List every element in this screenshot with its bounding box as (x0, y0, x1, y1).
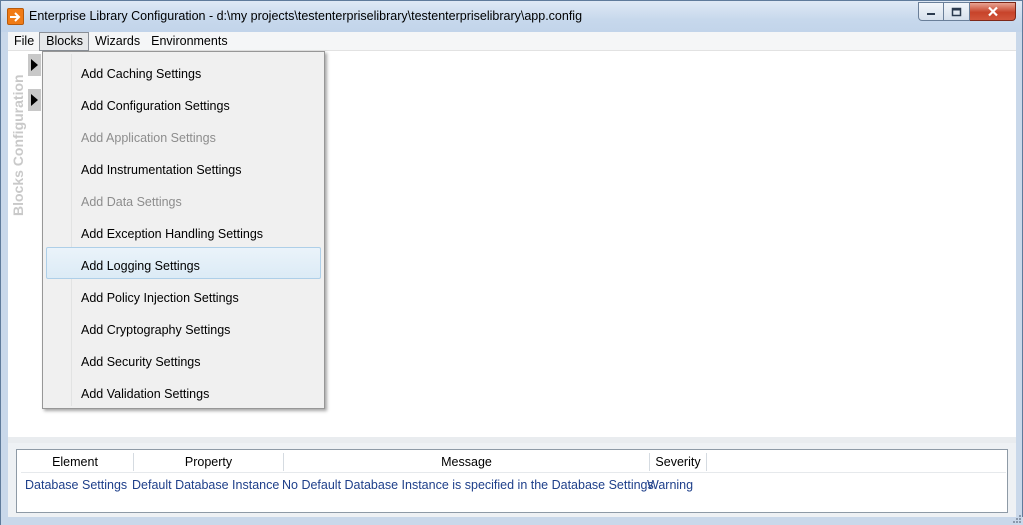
cell-message[interactable]: No Default Database Instance is specifie… (282, 478, 657, 492)
menu-item-add-configuration-settings[interactable]: Add Configuration Settings (46, 87, 321, 119)
app-window: Enterprise Library Configuration - d:\my… (0, 0, 1023, 525)
menu-item-add-exception-handling-settings[interactable]: Add Exception Handling Settings (46, 215, 321, 247)
menu-blocks[interactable]: Blocks (39, 32, 89, 51)
expand-arrow-button[interactable] (28, 54, 41, 76)
menu-file[interactable]: File (8, 32, 39, 51)
caption-buttons (918, 2, 1016, 22)
maximize-button[interactable] (944, 2, 970, 21)
close-button[interactable] (970, 2, 1016, 21)
validation-errors-pane: Element Property Message Severity Databa… (8, 443, 1016, 517)
resize-grip-icon[interactable] (1012, 514, 1022, 524)
enterprise-library-icon (7, 8, 24, 25)
sidebar-label: Blocks Configuration (10, 74, 26, 216)
column-header-severity[interactable]: Severity (650, 453, 707, 471)
menu-item-add-policy-injection-settings[interactable]: Add Policy Injection Settings (46, 279, 321, 311)
menu-item-add-instrumentation-settings[interactable]: Add Instrumentation Settings (46, 151, 321, 183)
window-title: Enterprise Library Configuration - d:\my… (29, 9, 583, 23)
close-icon (987, 6, 998, 17)
menu-bar: File Blocks Wizards Environments (8, 32, 1016, 51)
expand-arrow-button[interactable] (28, 89, 41, 111)
menu-item-add-validation-settings[interactable]: Add Validation Settings (46, 375, 321, 407)
menu-item-add-data-settings: Add Data Settings (81, 195, 182, 209)
expand-arrow-icon (31, 94, 38, 106)
menu-item-add-logging-settings[interactable]: Add Logging Settings (46, 247, 321, 279)
blocks-configuration-sidebar: Blocks Configuration (8, 51, 28, 221)
cell-element[interactable]: Database Settings (25, 478, 127, 492)
title-bar[interactable]: Enterprise Library Configuration - d:\my… (1, 1, 1022, 32)
column-header-message[interactable]: Message (284, 453, 650, 471)
column-header-element[interactable]: Element (17, 453, 134, 471)
blocks-dropdown-menu: Add Caching Settings Add Configuration S… (42, 51, 325, 409)
errors-grid: Element Property Message Severity Databa… (16, 449, 1008, 513)
menu-item-add-cryptography-settings[interactable]: Add Cryptography Settings (46, 311, 321, 343)
cell-property[interactable]: Default Database Instance (132, 478, 279, 492)
expand-arrow-icon (31, 59, 38, 71)
menu-item-add-application-settings: Add Application Settings (81, 131, 216, 145)
window-bottom-border (1, 514, 1023, 525)
cell-severity[interactable]: Warning (647, 478, 693, 492)
menu-item-add-security-settings[interactable]: Add Security Settings (46, 343, 321, 375)
header-divider (21, 472, 1006, 473)
menu-wizards[interactable]: Wizards (89, 32, 145, 51)
maximize-icon (951, 7, 962, 16)
minimize-icon (927, 12, 935, 15)
grid-header: Element Property Message Severity (17, 453, 1007, 473)
minimize-button[interactable] (918, 2, 944, 21)
column-header-property[interactable]: Property (134, 453, 284, 471)
menu-environments[interactable]: Environments (145, 32, 232, 51)
menu-item-add-caching-settings[interactable]: Add Caching Settings (46, 55, 321, 87)
